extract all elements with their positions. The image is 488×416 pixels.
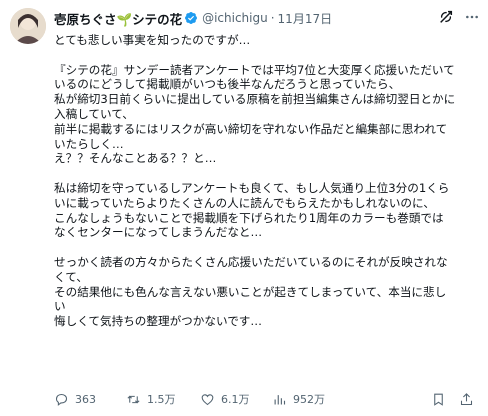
tweet-line: せっかく読者の方々からたくさん応援いただいているのにそれが反映されな (54, 254, 448, 269)
tweet-line (54, 166, 472, 181)
heart-icon (201, 393, 214, 405)
tweet-date[interactable]: 11月17日 (278, 10, 333, 27)
tweet-text: とても悲しい事実を知ったのですが… 『シテの花』サンデー読者アンケートでは平均7… (54, 33, 472, 329)
tweet-line: 入稿していて、 (54, 106, 134, 121)
like-button[interactable]: 6.1万 (200, 391, 272, 407)
views-count: 952万 (293, 393, 325, 406)
header-actions (438, 9, 480, 25)
tweet-line: いたらしく… (54, 136, 124, 151)
bookmark-button[interactable] (430, 391, 446, 407)
views-icon (274, 394, 286, 404)
tweet-line: なくセンターになってしまうんだなと… (54, 225, 263, 240)
tweet-line: え？？そんなことある？？と… (54, 151, 217, 166)
reply-count: 363 (75, 392, 96, 406)
retweet-icon (127, 395, 140, 403)
reply-icon (55, 393, 68, 406)
retweet-button[interactable]: 1.5万 (126, 391, 200, 407)
display-name[interactable]: 壱原ちぐさ🌱シテの花 (54, 9, 182, 28)
tweet-line: くて、 (54, 269, 88, 284)
tweet-secondary-actions (430, 391, 474, 407)
tweet-line: いに載っていたらよりたくさんの人に読んでもらえたかもしれないのに、 (54, 195, 435, 210)
tweet-line: こんなしょうもないことで掲載順を下げられたり1周年のカラーも巻頭では (54, 210, 444, 225)
tweet-actions: 363 1.5万 6.1万 952万 (54, 390, 474, 408)
tweet-line: とても悲しい事実を知ったのですが… (54, 33, 251, 47)
tweet-line: 『シテの花』サンデー読者アンケートでは平均7位と大変厚く応援いただいて (54, 62, 455, 77)
like-count: 6.1万 (221, 393, 250, 406)
avatar[interactable] (10, 8, 46, 44)
tweet-line: 私が締切3日前くらいに提出している原稿を前担当編集さんは締切翌日とかに (54, 92, 456, 107)
tweet-line (54, 48, 472, 63)
tweet-line (54, 240, 472, 255)
tweet-line: 前半に掲載するにはリスクが高い締切を守れない作品だと編集部に思われて (54, 121, 448, 136)
separator-dot: · (270, 11, 275, 25)
tweet-header: 壱原ちぐさ🌱シテの花 @ichichigu · 11月17日 (54, 8, 448, 28)
retweet-count: 1.5万 (147, 393, 176, 406)
grok-icon[interactable] (438, 9, 454, 25)
tweet-line: 私は締切を守っているしアンケートも良くて、もし人気通り上位3分の1くら (54, 180, 450, 195)
views-button[interactable]: 952万 (272, 391, 356, 407)
tweet-line: いるのにどうして掲載順がいつも後半なんだろうと思っていたら、 (54, 77, 401, 92)
reply-button[interactable]: 363 (54, 392, 126, 407)
tweet-line: 悔しくて気持ちの整理がつかないです… (54, 314, 262, 329)
tweet-line: い (54, 299, 66, 314)
bookmark-icon (433, 393, 443, 406)
share-button[interactable] (458, 391, 474, 407)
user-handle[interactable]: @ichichigu (202, 11, 268, 25)
share-icon (460, 392, 472, 405)
more-icon[interactable] (464, 9, 480, 25)
tweet-card: 壱原ちぐさ🌱シテの花 @ichichigu · 11月17日 とても悲しい事実を… (0, 0, 488, 416)
verified-badge-icon (184, 11, 198, 25)
tweet-line: その結果他にも色んな言えない悪いことが起きてしまっていて、本当に悲し (54, 284, 447, 299)
